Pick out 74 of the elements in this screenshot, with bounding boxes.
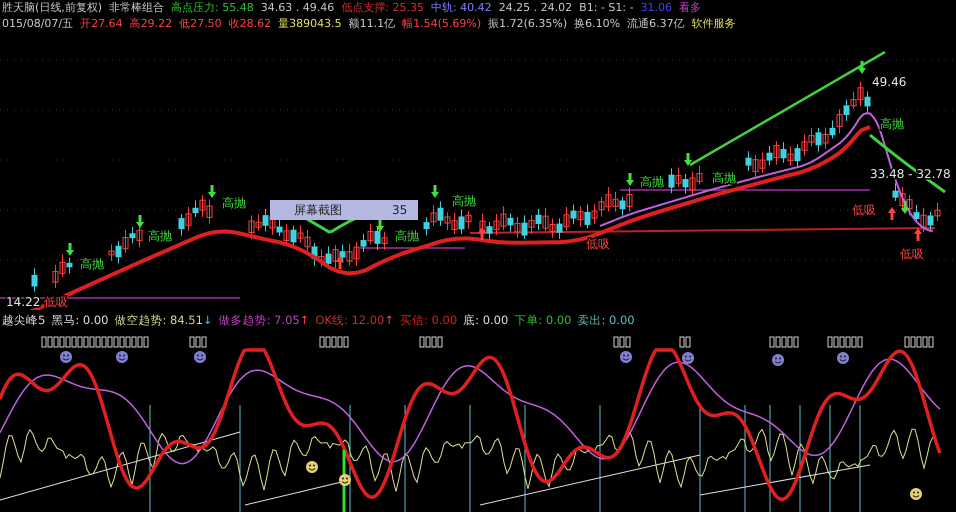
down-arrow-icon	[136, 215, 144, 228]
chart-label: 高抛	[880, 117, 904, 131]
quote-text: 量389043.5	[278, 16, 342, 30]
quote-text: 低27.50	[179, 16, 222, 30]
header-text: 24.25 . 24.02	[498, 0, 572, 14]
down-arrow-icon	[66, 243, 74, 256]
header-text: 高点压力: 55.48	[171, 0, 254, 14]
smiley-icon	[339, 474, 351, 486]
candlestick	[32, 268, 38, 292]
up-arrow-icon	[478, 227, 486, 240]
smiley-icon	[910, 488, 922, 500]
up-arrow-icon	[914, 228, 922, 241]
quote-text: 流通6.37亿	[627, 16, 685, 30]
indicator-value: 黑马: 0.00	[51, 312, 108, 328]
smiley-icon	[194, 351, 206, 363]
down-arrow-icon	[376, 219, 384, 232]
header-text: 34.63 . 49.46	[260, 0, 334, 14]
down-arrow-icon	[208, 185, 216, 198]
quote-text: 换6.10%	[574, 16, 620, 30]
quote-text: 开27.64	[80, 16, 123, 30]
trend-arrow: ↓	[202, 313, 213, 327]
header-text: 非常棒组合	[109, 0, 164, 14]
indicator-value: OK线: 12.00	[315, 312, 384, 328]
popup-title: 屏幕截图	[294, 203, 342, 217]
trend-arrow: ↑	[300, 313, 310, 327]
up-arrow-icon	[336, 256, 344, 269]
quote-text: 振1.72(6.35%)	[488, 16, 568, 30]
down-arrow-icon	[431, 185, 439, 198]
smiley-icon	[306, 461, 318, 473]
chart-label: 49.46	[872, 75, 906, 89]
indicator-value: 下单: 0.00	[514, 312, 572, 328]
smiley-icon	[837, 352, 849, 364]
quote-text: 015/08/07/五	[2, 16, 74, 30]
indicator-value: 买信: 0.00	[400, 312, 458, 328]
quote-text: 幅1.54(5.69%)	[402, 16, 482, 30]
header-text: 看多	[679, 0, 702, 14]
signal-bar	[342, 450, 346, 512]
quote-text: 额11.1亿	[348, 16, 396, 30]
chart-label: 高抛	[222, 196, 246, 210]
header-text: 胜天脑(日线,前复权)	[2, 0, 102, 14]
smiley-icon	[116, 351, 128, 363]
header-text: B1: - S1: -	[579, 0, 634, 14]
indicator-value: 卖出: 0.00	[577, 312, 635, 328]
chart-label: 高抛	[148, 229, 172, 243]
smiley-icon	[620, 351, 632, 363]
chart-label: 14.22	[6, 295, 40, 309]
header-text: 31.06	[640, 0, 672, 14]
popup-value: 35	[392, 203, 408, 217]
indicator-value: 做多趋势: 7.05	[218, 312, 300, 328]
header-text: 低点支撑: 25.35	[341, 0, 424, 14]
header-text: 中轨: 40.42	[430, 0, 492, 14]
chart-label: 高抛	[452, 194, 476, 208]
quote-text: 高29.22	[130, 16, 172, 30]
smiley-icon	[682, 352, 694, 364]
down-arrow-icon	[626, 173, 634, 186]
chart-label: 高抛	[80, 257, 104, 271]
indicator-value: 做空趋势: 84.51	[114, 312, 203, 328]
smiley-icon	[772, 354, 784, 366]
up-arrow-icon	[888, 207, 896, 220]
down-arrow-icon	[901, 201, 909, 214]
indicator-name: 越尖峰5	[2, 312, 46, 328]
chart-label: 低吸	[900, 247, 924, 261]
quote-text: 收28.62	[228, 16, 272, 30]
chart-label: 高抛	[395, 229, 419, 243]
down-arrow-icon	[858, 61, 866, 74]
quote-text: 软件服务	[692, 16, 736, 30]
chart-label: 高抛	[712, 171, 736, 185]
smiley-icon	[60, 351, 72, 363]
indicator-value: 底: 0.00	[463, 312, 508, 328]
chart-label: 高抛	[640, 175, 664, 189]
chart-label: 低吸	[586, 237, 610, 251]
down-arrow-icon	[684, 153, 692, 166]
chart-label: 低吸	[852, 203, 876, 217]
trend-arrow: ↑	[384, 313, 394, 327]
